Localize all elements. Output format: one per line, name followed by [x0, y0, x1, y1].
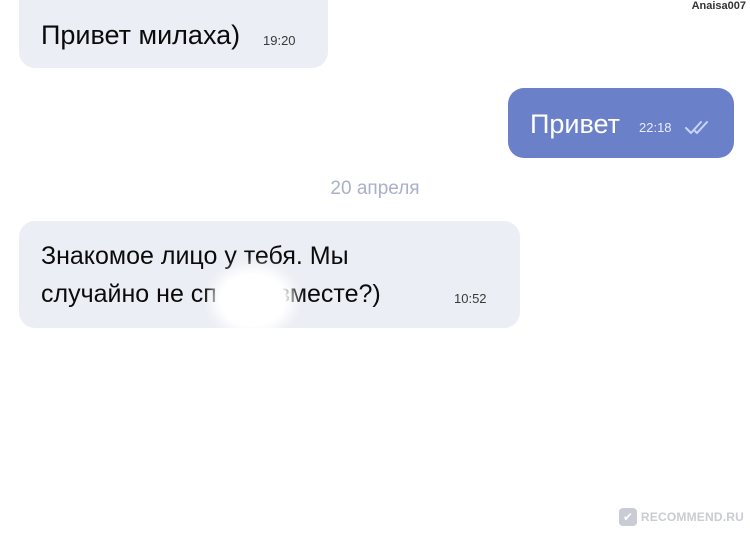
watermark-text: RECOMMEND.RU	[640, 510, 744, 524]
outgoing-message-bubble[interactable]: Привет 22:18	[508, 88, 734, 158]
message-time: 10:52	[454, 291, 487, 306]
date-separator: 20 апреля	[330, 178, 420, 199]
recommend-logo-icon: ✔	[618, 508, 637, 526]
recommend-watermark: ✔ RECOMMEND.RU	[618, 508, 744, 526]
username-watermark: Anaisa007	[691, 0, 746, 12]
message-time: 22:18	[639, 120, 672, 135]
double-check-icon	[685, 121, 708, 134]
message-time: 19:20	[263, 33, 296, 48]
message-text-line: случайно не сп вместе?)	[41, 278, 381, 310]
incoming-message-bubble[interactable]: Привет милаха) 19:20	[19, 0, 328, 68]
message-text-fragment: случайно не сп	[41, 280, 217, 308]
message-text: Привет	[530, 109, 621, 139]
chat-screen: Anaisa007 Привет милаха) 19:20 Привет 22…	[0, 0, 750, 533]
message-text-fragment: вместе?)	[276, 280, 381, 308]
censor-blur	[220, 274, 286, 326]
message-text: Привет милаха)	[41, 20, 241, 50]
message-text-line: Знакомое лицо у тебя. Мы	[41, 242, 349, 270]
